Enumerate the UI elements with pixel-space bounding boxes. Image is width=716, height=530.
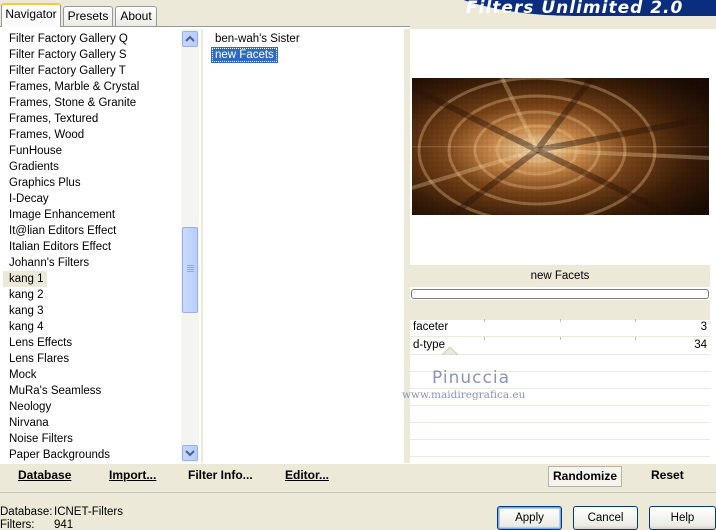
category-item[interactable]: Lens Flares (3, 351, 179, 367)
category-item[interactable]: kang 4 (3, 319, 179, 335)
category-item[interactable]: Filter Factory Gallery T (3, 63, 179, 79)
randomize-button[interactable]: Randomize (548, 466, 622, 487)
param-value: 34 (694, 339, 707, 351)
category-item[interactable]: Gradients (3, 159, 179, 175)
watermark-name: Pinuccia (432, 368, 510, 388)
category-item[interactable]: Frames, Stone & Granite (3, 95, 179, 111)
watermark-url: www.maidiregrafica.eu (402, 389, 526, 401)
param-slider-faceter[interactable]: faceter 3 (410, 319, 710, 337)
slider-tick (635, 337, 636, 340)
filters-value: 941 (54, 519, 74, 530)
filter-list[interactable]: ben-wah's Sister new Facets (211, 31, 401, 63)
category-item[interactable]: Filter Factory Gallery S (3, 47, 179, 63)
tab-navigator[interactable]: Navigator (1, 3, 61, 27)
category-scrollbar[interactable] (181, 29, 199, 463)
filter-info-button[interactable]: Filter Info... (188, 468, 253, 482)
help-button[interactable]: Help (649, 506, 716, 530)
apply-button[interactable]: Apply (497, 506, 562, 530)
import-button[interactable]: Import... (109, 468, 156, 482)
editor-button[interactable]: Editor... (285, 468, 329, 482)
database-value: ICNET-Filters (54, 506, 123, 518)
separator (0, 492, 716, 493)
slider-tick (635, 319, 636, 322)
param-row-empty (410, 424, 710, 440)
category-item[interactable]: Paper Backgrounds (3, 447, 179, 463)
database-label: Database: (0, 506, 53, 518)
filter-item[interactable]: ben-wah's Sister (211, 31, 304, 47)
param-value: 3 (700, 321, 707, 333)
category-item[interactable]: MuRa's Seamless (3, 383, 179, 399)
param-name: faceter (413, 321, 449, 333)
category-item[interactable]: Mock (3, 367, 179, 383)
tab-strip: Navigator Presets About (0, 0, 420, 28)
param-name: d-type (413, 339, 445, 351)
filter-item-selected[interactable]: new Facets (211, 47, 278, 63)
category-item[interactable]: Filter Factory Gallery Q (3, 31, 179, 47)
category-item[interactable]: Lens Effects (3, 335, 179, 351)
slider-tick (484, 319, 485, 322)
category-item[interactable]: Frames, Marble & Crystal (3, 79, 179, 95)
chevron-up-icon[interactable] (182, 31, 198, 47)
slider-thumb-icon[interactable] (442, 347, 458, 355)
scrollbar-thumb[interactable] (182, 227, 198, 313)
category-item-selected[interactable]: kang 1 (3, 271, 47, 287)
slider-tick (484, 337, 485, 340)
slider-tick (560, 337, 561, 340)
reset-button[interactable]: Reset (651, 468, 684, 482)
category-item[interactable]: kang 3 (3, 303, 179, 319)
category-item[interactable]: Nirvana (3, 415, 179, 431)
category-item[interactable]: Frames, Wood (3, 127, 179, 143)
category-item[interactable]: Image Enhancement (3, 207, 179, 223)
chevron-down-icon[interactable] (182, 445, 198, 461)
app-title: Filters Unlimited 2.0 (466, 0, 684, 18)
cancel-button[interactable]: Cancel (573, 506, 638, 530)
category-item[interactable]: Johann's Filters (3, 255, 179, 271)
tab-presets[interactable]: Presets (63, 6, 113, 26)
category-item[interactable]: Graphics Plus (3, 175, 179, 191)
category-item[interactable]: It@lian Editors Effect (3, 223, 179, 239)
preview-filter-name: new Facets (410, 265, 710, 287)
params-header (410, 300, 710, 320)
category-item[interactable]: Noise Filters (3, 431, 179, 447)
category-list[interactable]: Filter Factory Gallery Q Filter Factory G… (3, 31, 179, 463)
param-slider-d-type[interactable]: d-type 34 (410, 337, 710, 355)
tab-about[interactable]: About (115, 6, 157, 26)
filters-label: Filters: (0, 519, 35, 530)
list-divider (201, 29, 203, 463)
category-item[interactable]: FunHouse (3, 143, 179, 159)
category-item[interactable]: Neology (3, 399, 179, 415)
param-row-empty (410, 407, 710, 423)
database-button[interactable]: Database (18, 468, 71, 482)
progress-bar (411, 289, 709, 299)
param-row-empty (410, 441, 710, 457)
slider-tick (560, 319, 561, 322)
category-item[interactable]: I-Decay (3, 191, 179, 207)
category-item[interactable]: Frames, Textured (3, 111, 179, 127)
category-item[interactable]: Italian Editors Effect (3, 239, 179, 255)
preview-image (410, 76, 710, 224)
category-item[interactable]: kang 2 (3, 287, 179, 303)
